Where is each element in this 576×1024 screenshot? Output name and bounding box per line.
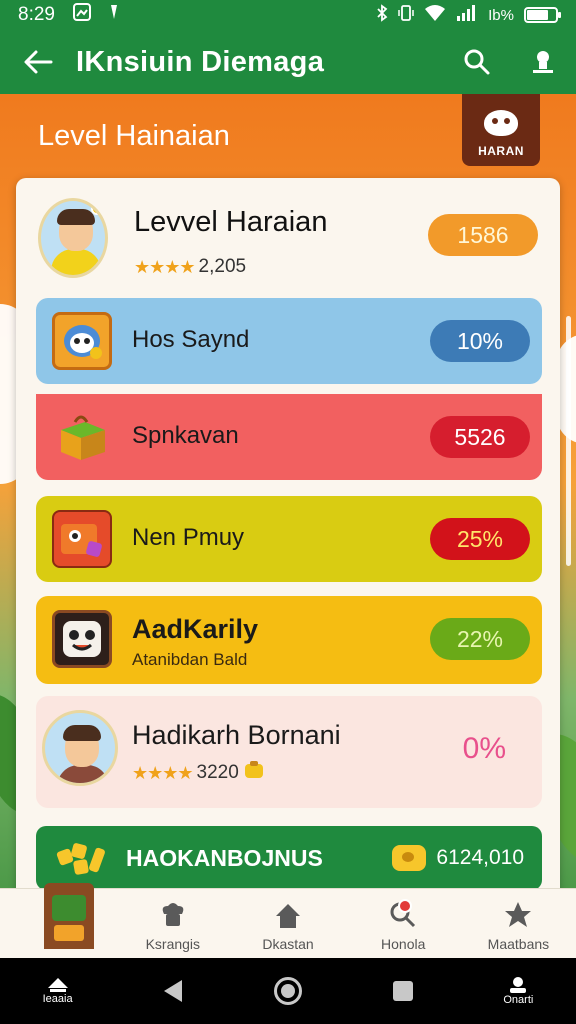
- home-tile-icon: [44, 883, 94, 949]
- row-sublabel: Atanibdan Bald: [132, 650, 248, 669]
- rating-count: 2,205: [198, 256, 247, 277]
- list-item[interactable]: Hadikarh Bornani ★★★★ 3220 0%: [36, 696, 542, 808]
- gift-box-icon: [52, 408, 112, 466]
- value-pill: 10%: [430, 320, 530, 362]
- value-pill: 25%: [430, 518, 530, 560]
- back-triangle-icon: [163, 980, 182, 1002]
- nav-label: Ksrangis: [145, 936, 201, 952]
- nav-item-home[interactable]: [0, 883, 115, 958]
- coin-bag-icon: [243, 760, 265, 786]
- brand-badge[interactable]: HARAN: [462, 94, 540, 166]
- status-time: 8:29: [18, 4, 55, 25]
- avatar: [42, 710, 118, 786]
- list-item[interactable]: AadKarily Atanibdan Bald 22%: [36, 596, 542, 684]
- avatar: [38, 198, 108, 278]
- star-rating-icon: ★★★★: [132, 762, 194, 783]
- list-item[interactable]: Hos Saynd 10%: [36, 298, 542, 384]
- section-title: Level Hainaian: [38, 120, 230, 152]
- mascot-face-icon: [52, 610, 112, 668]
- user-icon: [510, 977, 527, 993]
- house-icon: [271, 900, 305, 930]
- value-pill: 22%: [430, 618, 530, 660]
- nav-item-dkastan[interactable]: Dkastan: [230, 889, 345, 958]
- back-nav-button[interactable]: [138, 961, 208, 1021]
- profile-name: Levvel Haraian: [134, 206, 328, 238]
- row-label: AadKarily: [132, 614, 259, 644]
- wallet-icon: [52, 510, 112, 568]
- row-rating: ★★★★ 3220: [132, 760, 265, 786]
- rating-count: 3220: [196, 762, 239, 783]
- app-title: IKnsiuin Diemaga: [76, 45, 325, 78]
- owl-game-icon: [52, 312, 112, 370]
- bonus-amount: 6124,010: [436, 846, 524, 869]
- bottom-navigation: Ksrangis Dkastan Honola Maatbans: [0, 883, 576, 958]
- bonus-label: HAOKANBOJNUS: [126, 844, 323, 871]
- nav-item-maatbans[interactable]: Maatbans: [461, 889, 576, 958]
- system-navigation: Ieaaia Onarti: [0, 958, 576, 1024]
- row-label: Spnkavan: [132, 422, 239, 449]
- scrollbar[interactable]: [566, 316, 571, 566]
- nav-label: Dkastan: [262, 936, 314, 952]
- puzzle-pieces-icon: [54, 838, 114, 878]
- status-bar: 8:29 Ib%: [0, 0, 576, 30]
- app-bar: IKnsiuin Diemaga: [0, 30, 576, 94]
- home-icon: [47, 978, 68, 992]
- nav-label: Maatbans: [487, 936, 550, 952]
- row-label: Hos Saynd: [132, 326, 250, 353]
- row-label: Hadikarh Bornani: [132, 720, 341, 750]
- user-icon: [533, 51, 553, 73]
- battery-icon: [524, 7, 561, 23]
- arrow-left-icon: [24, 50, 53, 74]
- value-percent: 0%: [462, 732, 506, 765]
- back-button[interactable]: [0, 30, 76, 94]
- profile-header[interactable]: Levvel Haraian ★★★★ 2,205 1586: [38, 198, 538, 288]
- signal-icon: [456, 4, 478, 26]
- bonus-banner[interactable]: HAOKANBOJNUS 6124,010: [36, 826, 542, 890]
- nav-label: Honola: [381, 936, 426, 952]
- leaderboard-card: Levvel Haraian ★★★★ 2,205 1586 Hos Saynd…: [16, 178, 560, 898]
- list-item[interactable]: Spnkavan 5526: [36, 394, 542, 480]
- search-icon: [464, 49, 490, 75]
- bluetooth-icon: [376, 4, 388, 26]
- list-item[interactable]: Nen Pmuy 25%: [36, 496, 542, 582]
- battery-percent: Ib%: [488, 6, 514, 24]
- mascot-icon: [484, 110, 518, 136]
- value-pill: 5526: [430, 416, 530, 458]
- home-circle-icon: [273, 977, 302, 1005]
- system-home-shortcut[interactable]: Ieaaia: [23, 961, 93, 1021]
- search-button[interactable]: [444, 30, 510, 94]
- nav-item-ksrangis[interactable]: Ksrangis: [115, 889, 230, 958]
- account-button[interactable]: [510, 30, 576, 94]
- recents-nav-button[interactable]: [368, 961, 438, 1021]
- system-profile-shortcut[interactable]: Onarti: [483, 961, 553, 1021]
- vibrate-icon: [398, 4, 414, 26]
- coin-icon: [392, 845, 427, 871]
- system-left-label: Ieaaia: [42, 993, 73, 1005]
- row-label: Nen Pmuy: [132, 524, 245, 551]
- wifi-icon: [424, 4, 446, 26]
- system-right-label: Onarti: [503, 994, 534, 1006]
- home-nav-button[interactable]: [253, 961, 323, 1021]
- score-pill: 1586: [428, 214, 538, 256]
- recents-square-icon: [393, 981, 414, 1001]
- nav-item-honola[interactable]: Honola: [346, 889, 461, 958]
- star-rating-icon: ★★★★: [134, 256, 196, 277]
- star-icon: [501, 900, 535, 930]
- chef-hat-icon: [156, 900, 190, 930]
- notification-badge: [397, 899, 412, 913]
- notification-icon: [109, 3, 119, 27]
- brand-badge-label: HARAN: [478, 144, 524, 158]
- profile-rating: ★★★★ 2,205: [134, 256, 246, 278]
- image-notification-icon: [72, 3, 91, 27]
